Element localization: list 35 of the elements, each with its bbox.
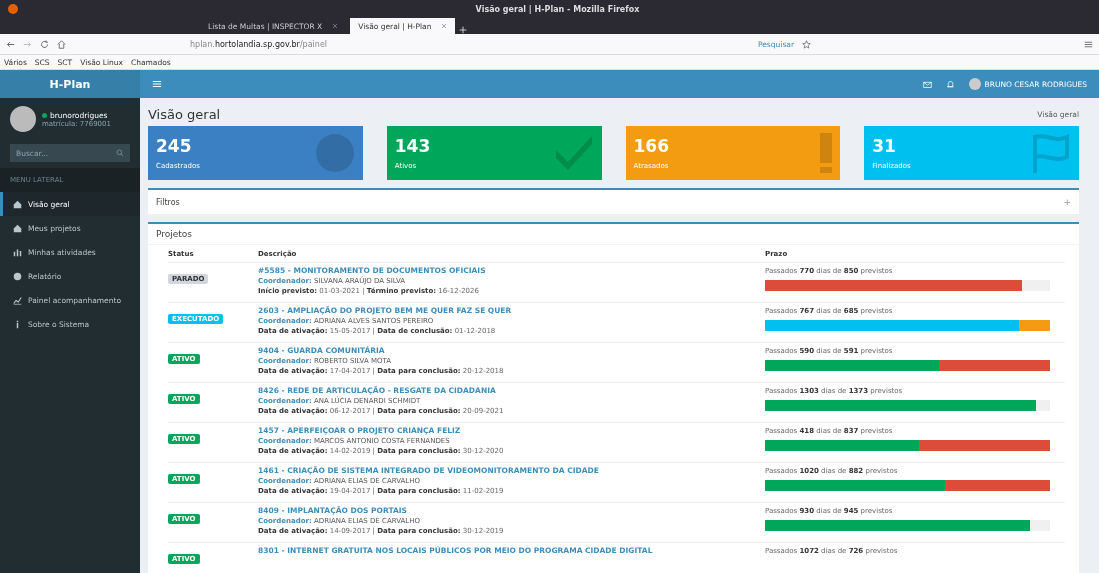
stat-value: 143	[394, 136, 431, 156]
exclamation-icon	[820, 133, 833, 173]
app-logo[interactable]: H-Plan	[0, 70, 140, 98]
online-status-icon	[42, 112, 47, 118]
home-icon[interactable]	[57, 39, 66, 49]
browser-logo-icon	[8, 4, 18, 14]
search-icon[interactable]	[116, 149, 124, 157]
flag-icon	[1031, 133, 1071, 173]
home-icon	[13, 223, 22, 233]
star-icon[interactable]	[801, 39, 811, 49]
close-icon[interactable]	[332, 23, 339, 29]
avatar-icon	[10, 106, 36, 132]
line-chart-icon	[13, 295, 22, 305]
address-field[interactable]: hplan.hortolandia.sp.gov.br/painel	[184, 37, 710, 51]
stat-value: 245	[156, 136, 193, 156]
stat-value: 31	[872, 136, 897, 156]
filters-title: Filtros	[156, 197, 180, 207]
close-icon[interactable]	[441, 23, 448, 29]
menu-icon[interactable]	[1084, 39, 1093, 49]
stat-value: 166	[633, 136, 669, 156]
home-icon	[13, 199, 22, 209]
user-avatar-icon	[968, 78, 981, 90]
mail-icon[interactable]	[922, 79, 932, 89]
forward-arrow-icon[interactable]	[23, 39, 32, 49]
bar-chart-icon	[13, 247, 22, 257]
filters-panel[interactable]: Filtros +	[148, 188, 1079, 214]
checkmark-icon	[553, 136, 594, 170]
new-tab-icon[interactable]	[459, 26, 468, 34]
menu-toggle-icon[interactable]	[152, 79, 162, 89]
reload-icon[interactable]	[40, 39, 49, 49]
bell-icon[interactable]	[945, 79, 955, 89]
page-title: Visão geral	[148, 106, 221, 122]
projects-title: Projetos	[148, 224, 1079, 245]
window-title: Visão geral | H-Plan - Mozilla Firefox	[474, 4, 641, 14]
back-arrow-icon[interactable]	[6, 39, 15, 49]
